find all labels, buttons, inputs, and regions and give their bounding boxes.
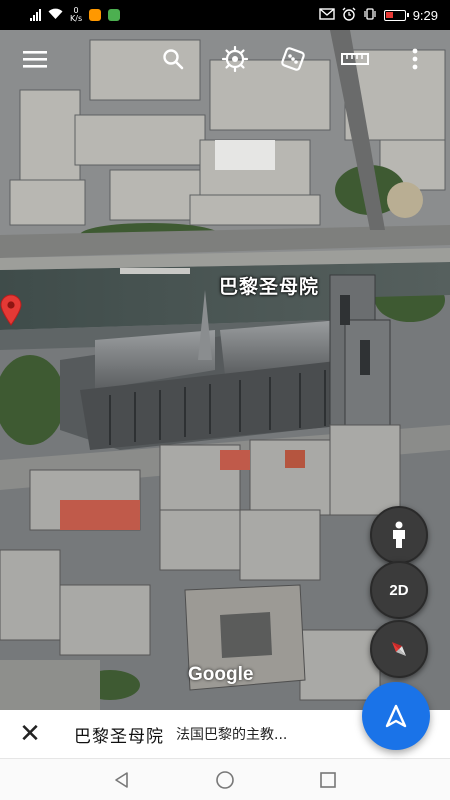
view-mode-2d-button[interactable]: 2D bbox=[370, 561, 428, 619]
wechat-icon bbox=[108, 9, 121, 21]
voyager-icon bbox=[222, 46, 248, 72]
menu-button[interactable] bbox=[18, 42, 52, 76]
compass-button[interactable] bbox=[370, 620, 428, 678]
map-place-label[interactable]: 巴黎圣母院 bbox=[219, 272, 319, 299]
place-title[interactable]: 巴黎圣母院 bbox=[74, 722, 164, 747]
speed-unit: K/s bbox=[70, 14, 83, 23]
pegman-icon bbox=[393, 521, 405, 548]
feeling-lucky-button[interactable] bbox=[276, 42, 310, 76]
voyager-button[interactable] bbox=[218, 42, 252, 76]
status-left-group: 0 K/s bbox=[30, 7, 121, 23]
street-view-button[interactable] bbox=[370, 506, 428, 564]
network-speed: 0 K/s bbox=[70, 7, 82, 23]
recents-icon bbox=[320, 771, 337, 788]
signal-icon bbox=[30, 9, 41, 21]
app-notification-icon bbox=[89, 9, 102, 21]
satellite-map-view[interactable]: 巴黎圣母院 Google 2D bbox=[0, 30, 450, 710]
dice-icon bbox=[281, 47, 305, 71]
system-navigation-bar bbox=[0, 758, 450, 800]
ruler-icon bbox=[341, 53, 369, 65]
clock: 9:29 bbox=[412, 7, 438, 23]
recents-button[interactable] bbox=[308, 760, 348, 800]
status-right-group: 9:29 bbox=[318, 7, 438, 24]
fly-to-button[interactable] bbox=[362, 682, 430, 750]
search-button[interactable] bbox=[156, 42, 190, 76]
vibrate-icon bbox=[363, 7, 377, 24]
wifi-icon bbox=[48, 8, 63, 23]
home-icon bbox=[216, 770, 234, 789]
more-options-button[interactable] bbox=[398, 42, 432, 76]
mail-icon bbox=[318, 7, 335, 23]
battery-icon bbox=[383, 9, 409, 21]
home-button[interactable] bbox=[205, 760, 245, 800]
location-pin-icon[interactable] bbox=[0, 294, 22, 326]
close-card-button[interactable]: ✕ bbox=[0, 710, 60, 758]
status-bar: 0 K/s 9:29 bbox=[0, 0, 450, 30]
google-watermark: Google bbox=[188, 664, 254, 685]
compass-icon bbox=[392, 642, 406, 656]
menu-icon bbox=[23, 51, 47, 68]
map-toolbar bbox=[0, 42, 450, 78]
navigation-arrow-icon bbox=[385, 704, 407, 728]
search-icon bbox=[163, 49, 184, 70]
measure-button[interactable] bbox=[338, 42, 372, 76]
place-description[interactable]: 法国巴黎的主教... bbox=[176, 724, 287, 744]
alarm-icon bbox=[342, 7, 356, 24]
back-icon bbox=[114, 771, 128, 788]
back-button[interactable] bbox=[102, 760, 142, 800]
more-icon bbox=[412, 48, 418, 70]
